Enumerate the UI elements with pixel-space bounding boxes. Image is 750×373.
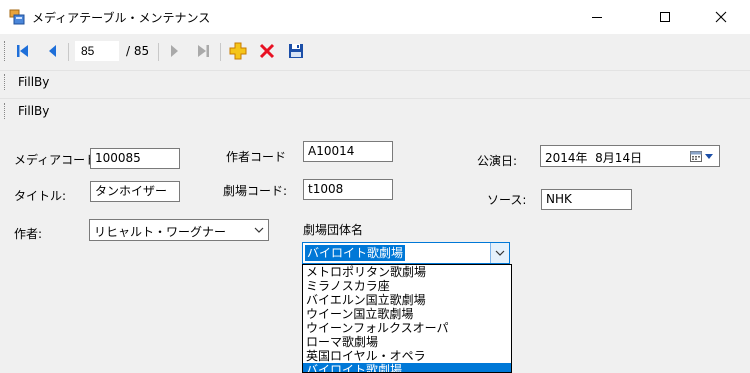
plus-icon (229, 42, 247, 60)
chevron-down-icon (495, 250, 505, 256)
source-label: ソース: (487, 193, 527, 207)
maximize-button[interactable] (642, 0, 688, 34)
dropdown-option[interactable]: ウイーンフォルクスオーパ (303, 321, 511, 335)
move-last-icon (198, 45, 209, 57)
move-previous-icon (49, 45, 56, 57)
close-window-button[interactable] (698, 0, 744, 34)
theater-group-dropdown-list[interactable]: メトロポリタン歌劇場 ミラノスカラ座 バイエルン国立歌劇場 ウイーン国立歌劇場 … (302, 264, 512, 373)
dropdown-option-selected[interactable]: バイロイト歌劇場 (303, 363, 511, 372)
position-input[interactable] (75, 41, 119, 61)
source-field[interactable]: NHK (541, 189, 632, 210)
app-icon (9, 9, 25, 25)
author-code-field[interactable]: A10014 (303, 141, 393, 162)
author-label: 作者: (14, 227, 43, 241)
fillby-button[interactable]: FillBy (18, 75, 49, 89)
theater-group-value-wrap: バイロイト歌劇場 (305, 245, 406, 261)
theater-group-value: バイロイト歌劇場 (305, 245, 406, 261)
dropdown-option[interactable]: ミラノスカラ座 (303, 279, 511, 293)
move-previous-button[interactable] (42, 40, 64, 62)
add-new-button[interactable] (227, 40, 249, 62)
fillby-toolstrip-2 (0, 98, 750, 125)
author-value: リヒャルト・ワーグナー (94, 225, 227, 239)
move-next-icon (171, 45, 178, 57)
performance-date-value: 2014年 8月14日 (545, 151, 643, 165)
performance-date-picker[interactable]: 2014年 8月14日 (540, 145, 720, 167)
theater-group-label: 劇場団体名 (303, 223, 364, 237)
theater-code-field[interactable]: t1008 (303, 179, 393, 200)
toolbar-grip[interactable] (4, 103, 7, 119)
window-title: メディアテーブル・メンテナンス (32, 11, 211, 25)
count-label: / 85 (126, 44, 150, 58)
author-dropdown-arrow[interactable] (250, 220, 268, 240)
delete-x-icon (259, 43, 275, 59)
toolbar-separator (68, 43, 69, 61)
dropdown-option[interactable]: ローマ歌劇場 (303, 335, 511, 349)
move-last-button[interactable] (193, 40, 215, 62)
save-icon (289, 44, 303, 58)
dropdown-option[interactable]: 英国ロイヤル・オペラ (303, 349, 511, 363)
fillby-button[interactable]: FillBy (18, 104, 49, 118)
dropdown-option[interactable]: バイエルン国立歌劇場 (303, 293, 511, 307)
minimize-icon (592, 17, 602, 18)
title-label: タイトル: (14, 189, 67, 203)
dropdown-option[interactable]: ウイーン国立歌劇場 (303, 307, 511, 321)
theater-code-label: 劇場コード: (223, 184, 288, 198)
title-field[interactable]: タンホイザー (90, 181, 180, 202)
dropdown-option[interactable]: メトロポリタン歌劇場 (303, 265, 511, 279)
theater-group-combobox[interactable]: バイロイト歌劇場 (302, 242, 510, 264)
toolbar-separator (158, 43, 159, 61)
delete-button[interactable] (256, 40, 278, 62)
performance-date-label: 公演日: (477, 154, 518, 168)
calendar-dropdown-button[interactable] (690, 149, 716, 163)
close-icon (715, 11, 727, 23)
move-next-button[interactable] (163, 40, 185, 62)
toolbar-separator (220, 43, 221, 61)
maximize-icon (660, 12, 670, 22)
move-first-button[interactable] (11, 40, 33, 62)
fillby-toolstrip-1 (0, 70, 750, 96)
toolbar-grip[interactable] (4, 41, 7, 61)
minimize-button[interactable] (574, 0, 620, 34)
media-code-field[interactable]: 100085 (90, 148, 180, 169)
save-button[interactable] (285, 40, 307, 62)
chevron-down-icon (254, 227, 264, 233)
caret-down-icon (705, 153, 713, 159)
media-code-label: メディアコード: (14, 153, 102, 167)
theater-group-dropdown-arrow[interactable] (490, 243, 509, 263)
author-code-label: 作者コード (226, 150, 287, 164)
move-first-icon (17, 45, 28, 57)
calendar-icon (690, 151, 702, 162)
toolbar-grip[interactable] (4, 74, 7, 90)
author-combobox[interactable]: リヒャルト・ワーグナー (89, 219, 269, 241)
